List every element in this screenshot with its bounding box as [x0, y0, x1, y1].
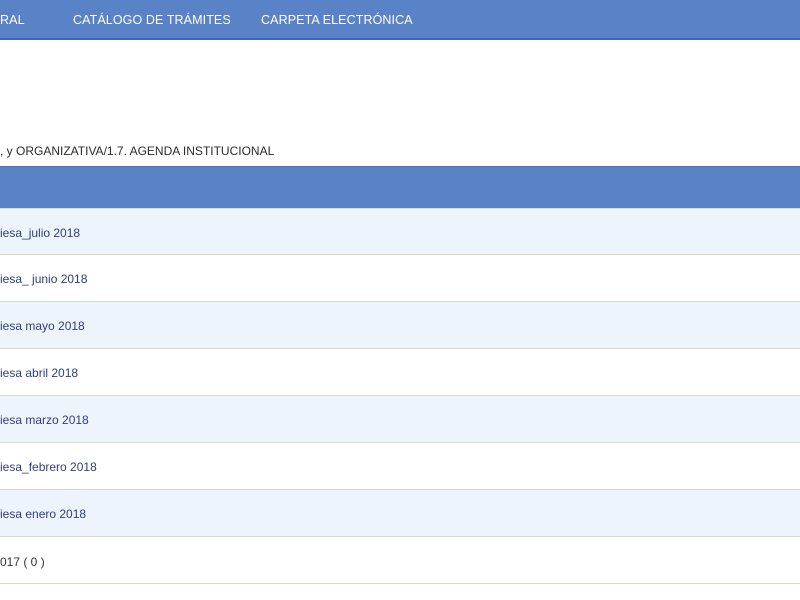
- table-row-febrero-2018[interactable]: iesa_febrero 2018: [0, 443, 800, 490]
- row-link[interactable]: iesa_ junio 2018: [0, 272, 87, 286]
- table-row-abril-2018[interactable]: iesa abril 2018: [0, 349, 800, 396]
- row-link[interactable]: iesa_febrero 2018: [0, 460, 97, 474]
- row-link[interactable]: iesa enero 2018: [0, 507, 86, 521]
- row-link[interactable]: iesa abril 2018: [0, 366, 78, 380]
- row-link[interactable]: iesa marzo 2018: [0, 413, 89, 427]
- table-row-enero-2018[interactable]: iesa enero 2018: [0, 490, 800, 537]
- row-link[interactable]: iesa_julio 2018: [0, 226, 80, 240]
- folder-link[interactable]: 017 ( 0 ): [0, 555, 45, 569]
- table-row-mayo-2018[interactable]: iesa mayo 2018: [0, 302, 800, 349]
- breadcrumb: , y ORGANIZATIVA/1.7. AGENDA INSTITUCION…: [0, 144, 275, 158]
- page: RAL CATÁLOGO DE TRÁMITES CARPETA ELECTRÓ…: [0, 0, 800, 600]
- nav-item-general[interactable]: RAL: [0, 13, 25, 27]
- table-row-junio-2018[interactable]: iesa_ junio 2018: [0, 255, 800, 302]
- table-row-folder-2017[interactable]: 017 ( 0 ): [0, 537, 800, 584]
- row-link[interactable]: iesa mayo 2018: [0, 319, 85, 333]
- table-row-julio-2018[interactable]: iesa_julio 2018: [0, 208, 800, 255]
- table-row-marzo-2018[interactable]: iesa marzo 2018: [0, 396, 800, 443]
- table-header: [0, 166, 800, 208]
- documents-table: iesa_julio 2018 iesa_ junio 2018 iesa ma…: [0, 166, 800, 584]
- nav-item-carpeta-electronica[interactable]: CARPETA ELECTRÓNICA: [261, 13, 413, 27]
- top-navigation-bar: RAL CATÁLOGO DE TRÁMITES CARPETA ELECTRÓ…: [0, 0, 800, 40]
- nav-item-catalogo-tramites[interactable]: CATÁLOGO DE TRÁMITES: [73, 13, 231, 27]
